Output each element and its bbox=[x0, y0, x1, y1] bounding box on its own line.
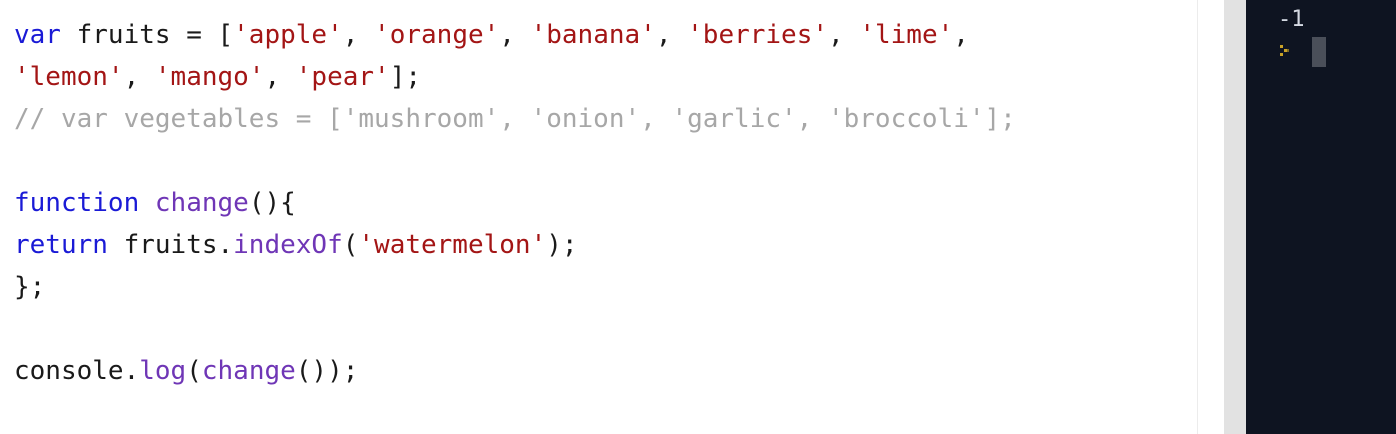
code-text: console. bbox=[14, 356, 140, 386]
console-panel[interactable]: -1 bbox=[1246, 0, 1396, 434]
pane-splitter[interactable] bbox=[1224, 0, 1246, 434]
code-keyword: return bbox=[14, 230, 108, 260]
code-keyword: function bbox=[14, 188, 140, 218]
code-text: fruits = [ bbox=[60, 20, 234, 50]
code-string: 'banana' bbox=[530, 20, 656, 50]
console-input-cursor[interactable] bbox=[1312, 37, 1326, 67]
chevron-right-icon bbox=[1280, 45, 1289, 56]
code-text: ()); bbox=[295, 356, 359, 386]
code-function-name: log bbox=[139, 356, 187, 386]
code-text: ( bbox=[342, 230, 359, 260]
code-text: , bbox=[342, 20, 375, 50]
console-output-line: -1 bbox=[1278, 7, 1305, 32]
editor-gutter bbox=[1198, 0, 1224, 434]
code-line: // var vegetables = ['mushroom', 'onion'… bbox=[14, 98, 1197, 140]
code-text: ); bbox=[546, 230, 578, 260]
code-playground: var fruits = ['apple', 'orange', 'banana… bbox=[0, 0, 1396, 434]
code-text: }; bbox=[14, 272, 46, 302]
code-text: , bbox=[828, 20, 860, 50]
code-line: var fruits = ['apple', 'orange', 'banana… bbox=[14, 14, 1197, 56]
code-function-name: change bbox=[154, 188, 249, 218]
code-line: }; bbox=[14, 266, 1197, 308]
code-string: 'lime' bbox=[859, 20, 954, 50]
code-string: 'apple' bbox=[233, 20, 343, 50]
code-text: , bbox=[499, 20, 531, 50]
code-text: (){ bbox=[248, 188, 296, 218]
code-text: , bbox=[655, 20, 688, 50]
code-line: return fruits.indexOf('watermelon'); bbox=[14, 224, 1197, 266]
code-keyword: var bbox=[14, 20, 61, 50]
code-line: function change(){ bbox=[14, 182, 1197, 224]
code-line: console.log(change()); bbox=[14, 350, 1197, 392]
code-string: 'orange' bbox=[374, 20, 500, 50]
code-text: , bbox=[953, 20, 969, 50]
code-string: 'watermelon' bbox=[358, 230, 547, 260]
code-comment: // var vegetables = ['mushroom', 'onion'… bbox=[14, 104, 1016, 134]
code-text: , bbox=[264, 62, 296, 92]
code-text: ]; bbox=[389, 62, 422, 92]
code-text: ( bbox=[186, 356, 202, 386]
code-string: 'pear' bbox=[295, 62, 390, 92]
code-function-name: indexOf bbox=[233, 230, 343, 260]
code-string: 'berries' bbox=[687, 20, 829, 50]
code-text: , bbox=[123, 62, 155, 92]
code-line: 'lemon', 'mango', 'pear']; bbox=[14, 56, 1197, 98]
code-string: 'lemon' bbox=[14, 62, 124, 92]
code-function-name: change bbox=[201, 356, 296, 386]
code-text: fruits. bbox=[107, 230, 234, 260]
code-editor[interactable]: var fruits = ['apple', 'orange', 'banana… bbox=[0, 0, 1198, 434]
code-string: 'mango' bbox=[154, 62, 265, 92]
